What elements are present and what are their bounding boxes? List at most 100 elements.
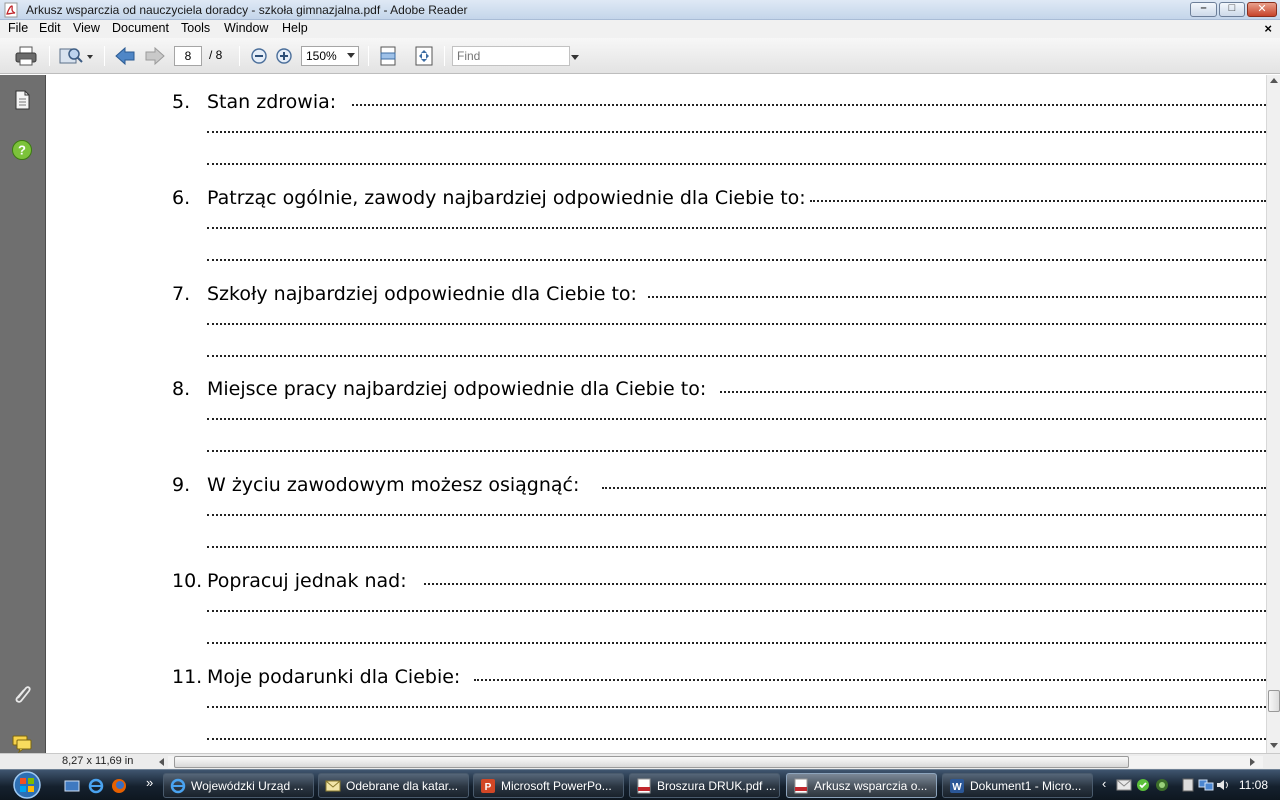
- pages-icon[interactable]: [11, 89, 33, 111]
- item-text: Popracuj jednak nad:: [207, 570, 407, 592]
- ie-icon: [170, 778, 186, 794]
- dotted-answer-line: [207, 258, 1266, 261]
- previous-page-icon[interactable]: [113, 45, 137, 67]
- comments-icon[interactable]: [11, 732, 33, 754]
- find-input[interactable]: [452, 46, 570, 66]
- menu-file[interactable]: File: [8, 21, 28, 35]
- dotted-leader: [474, 677, 1266, 681]
- scroll-right-icon[interactable]: [1250, 758, 1256, 766]
- powerpoint-icon: P: [481, 779, 495, 793]
- dotted-answer-line: [207, 130, 1266, 133]
- dotted-answer-line: [207, 354, 1266, 357]
- title-bar: Arkusz wsparczia od nauczyciela doradcy …: [0, 0, 1280, 20]
- start-button[interactable]: [6, 770, 48, 800]
- toolbar-separator: [444, 46, 445, 66]
- quicklaunch-more[interactable]: »: [146, 775, 153, 790]
- pdf-icon: [637, 778, 651, 794]
- toolbar-separator: [368, 46, 369, 66]
- scroll-up-icon[interactable]: [1270, 77, 1278, 83]
- dotted-answer-line: [207, 737, 1266, 740]
- tray-expand-button[interactable]: ‹: [1102, 776, 1106, 791]
- menu-view[interactable]: View: [73, 21, 100, 35]
- menu-document[interactable]: Document: [112, 21, 169, 35]
- vertical-scrollbar[interactable]: [1266, 75, 1280, 753]
- device-tray-icon[interactable]: [1180, 778, 1196, 792]
- minimize-button[interactable]: –: [1190, 2, 1217, 17]
- adobe-reader-icon: [4, 2, 18, 18]
- item-text: Moje podarunki dla Ciebie:: [207, 666, 461, 688]
- security-tray-icon[interactable]: [1135, 778, 1151, 792]
- network-tray-icon[interactable]: [1198, 778, 1214, 792]
- dotted-leader: [424, 581, 1266, 585]
- status-bar: 8,27 x 11,69 in: [0, 753, 1280, 769]
- chevron-down-icon: [347, 53, 355, 58]
- word-icon: W: [950, 779, 964, 793]
- item-text: Patrząc ogólnie, zawody najbardziej odpo…: [207, 187, 806, 209]
- toolbar: 8 / 8 150%: [0, 38, 1280, 74]
- dotted-answer-line: [207, 322, 1266, 325]
- menu-tools[interactable]: Tools: [181, 21, 210, 35]
- next-page-icon[interactable]: [143, 45, 167, 67]
- close-document-button[interactable]: ×: [1264, 21, 1272, 36]
- taskbar-item[interactable]: P Microsoft PowerPo...: [473, 773, 624, 798]
- scrollbar-thumb[interactable]: [1268, 690, 1280, 712]
- zoom-select[interactable]: 150%: [301, 46, 359, 66]
- show-desktop-icon[interactable]: [64, 778, 80, 794]
- ie-icon[interactable]: [88, 778, 104, 794]
- print-icon[interactable]: [13, 45, 39, 67]
- volume-tray-icon[interactable]: [1216, 778, 1230, 792]
- update-tray-icon[interactable]: [1154, 778, 1170, 792]
- attachment-icon[interactable]: [11, 682, 33, 704]
- toolbar-separator: [239, 46, 240, 66]
- dotted-answer-line: [207, 705, 1266, 708]
- item-number: 10.: [172, 570, 203, 592]
- page-size-label: 8,27 x 11,69 in: [62, 755, 134, 767]
- zoom-in-icon[interactable]: [274, 45, 294, 67]
- menu-bar: File Edit View Document Tools Window Hel…: [0, 20, 1280, 38]
- svg-text:P: P: [485, 782, 492, 793]
- dotted-answer-line: [207, 162, 1266, 165]
- menu-edit[interactable]: Edit: [39, 21, 61, 35]
- find-search-icon[interactable]: [58, 45, 96, 67]
- item-number: 5.: [172, 91, 191, 113]
- dotted-answer-line: [207, 417, 1266, 420]
- taskbar-item[interactable]: W Dokument1 - Micro...: [942, 773, 1093, 798]
- horizontal-scrollbar-thumb[interactable]: [174, 756, 1129, 768]
- dotted-leader: [352, 102, 1266, 106]
- taskbar-item[interactable]: Wojewódzki Urząd ...: [163, 773, 314, 798]
- item-text: Szkoły najbardziej odpowiednie dla Ciebi…: [207, 283, 637, 305]
- svg-text:?: ?: [18, 143, 26, 158]
- item-text: W życiu zawodowym możesz osiągnąć:: [207, 474, 580, 496]
- taskbar-item[interactable]: Odebrane dla katar...: [318, 773, 469, 798]
- help-icon[interactable]: ?: [11, 139, 33, 161]
- navigation-panel: ?: [0, 75, 46, 754]
- dotted-leader: [810, 198, 1266, 202]
- taskbar: » Wojewódzki Urząd ... Odebrane dla kata…: [0, 769, 1280, 800]
- scroll-down-icon[interactable]: [1270, 743, 1278, 749]
- scroll-left-icon[interactable]: [158, 758, 164, 766]
- menu-window[interactable]: Window: [224, 21, 268, 35]
- clock[interactable]: 11:08: [1239, 778, 1268, 792]
- page-number-input[interactable]: 8: [174, 46, 202, 66]
- mail-tray-icon[interactable]: [1116, 778, 1132, 792]
- dotted-answer-line: [207, 641, 1266, 644]
- taskbar-item-active[interactable]: Arkusz wsparczia o...: [786, 773, 937, 798]
- dotted-leader: [602, 485, 1266, 489]
- find-dropdown-icon[interactable]: [571, 55, 579, 61]
- window-title: Arkusz wsparczia od nauczyciela doradcy …: [26, 3, 468, 17]
- zoom-out-icon[interactable]: [249, 45, 269, 67]
- document-view[interactable]: 5. Stan zdrowia: 6. Patrząc ogólnie, zaw…: [47, 75, 1266, 753]
- firefox-icon[interactable]: [111, 778, 127, 794]
- item-text: Miejsce pracy najbardziej odpowiednie dl…: [207, 378, 707, 400]
- dotted-answer-line: [207, 226, 1266, 229]
- dotted-answer-line: [207, 449, 1266, 452]
- maximize-button[interactable]: □: [1219, 2, 1245, 17]
- fit-page-icon[interactable]: [413, 45, 435, 67]
- item-number: 11.: [172, 666, 203, 688]
- menu-help[interactable]: Help: [282, 21, 308, 35]
- toolbar-separator: [49, 46, 50, 66]
- fit-width-icon[interactable]: [377, 45, 399, 67]
- taskbar-item[interactable]: Broszura DRUK.pdf ...: [629, 773, 780, 798]
- item-number: 9.: [172, 474, 191, 496]
- close-button[interactable]: ✕: [1247, 2, 1277, 17]
